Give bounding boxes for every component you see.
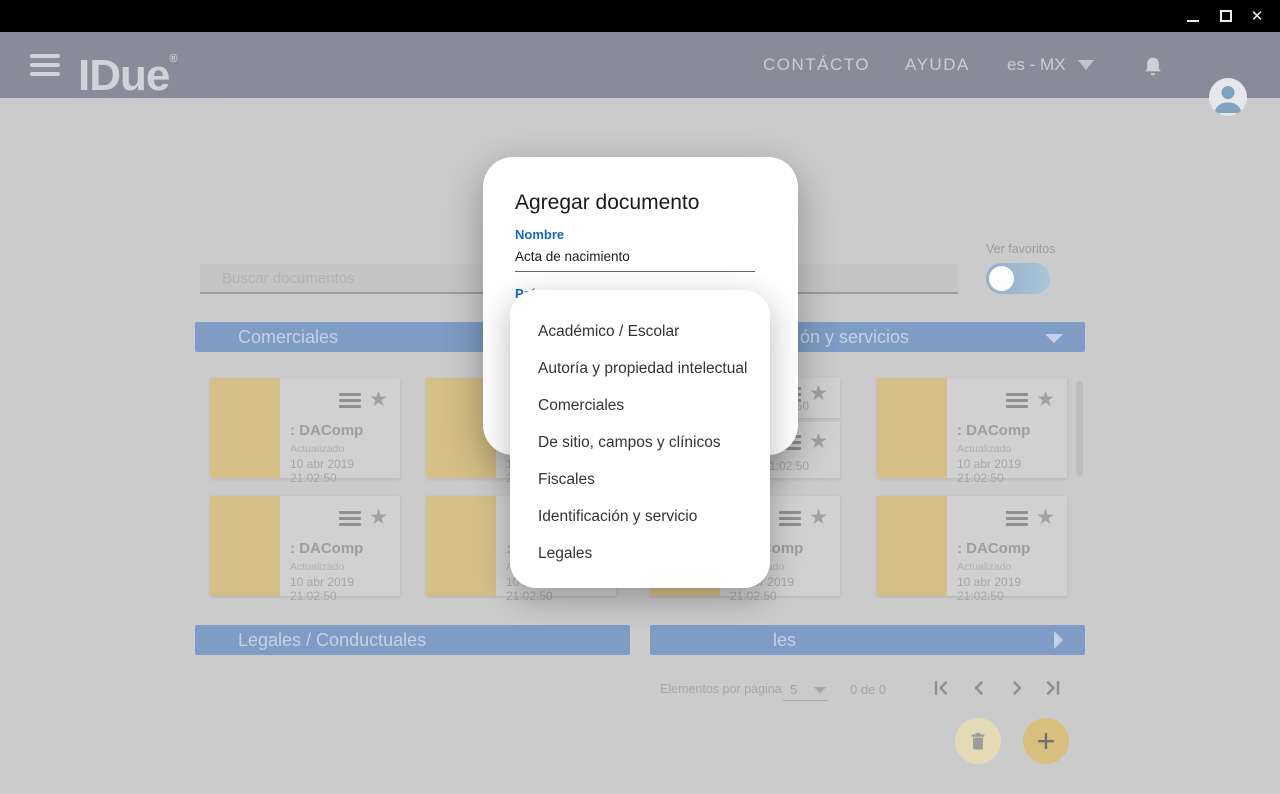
card-status: Actualizado (290, 443, 400, 455)
document-thumbnail (877, 378, 947, 478)
section-header-collapsed[interactable]: les (650, 625, 1085, 655)
favorite-star-icon[interactable]: ★ (809, 508, 828, 528)
nav-ayuda[interactable]: AYUDA (905, 32, 970, 98)
trash-icon (970, 732, 986, 751)
cards-scrollbar[interactable] (1076, 381, 1083, 476)
section-label: Comerciales (238, 327, 338, 348)
previous-page-icon[interactable] (966, 675, 992, 701)
type-option-de-sitio[interactable]: De sitio, campos y clínicos (510, 424, 770, 461)
document-card[interactable]: ★ : DAComp Actualizado 10 abr 2019 21:02… (210, 378, 400, 478)
chevron-down-icon[interactable] (1045, 334, 1063, 343)
section-header-legales-conductuales[interactable]: Legales / Conductuales (195, 625, 630, 655)
close-icon[interactable]: ✕ (1242, 0, 1272, 32)
document-card[interactable]: ★ : DAComp Actualizado 10 abr 2019 21:02… (877, 378, 1067, 478)
maximize-icon[interactable] (1211, 0, 1241, 32)
card-menu-icon[interactable] (1006, 511, 1028, 526)
favorite-star-icon[interactable]: ★ (809, 432, 828, 452)
minimize-icon[interactable] (1178, 0, 1208, 32)
card-title: : DAComp (290, 540, 400, 557)
favorite-star-icon[interactable]: ★ (1036, 390, 1055, 410)
hamburger-menu-icon[interactable] (30, 49, 62, 81)
type-dropdown-menu: Académico / Escolar Autoría y propiedad … (510, 290, 770, 588)
items-per-page-value: 5 (790, 682, 797, 697)
type-option-legales[interactable]: Legales (510, 535, 770, 572)
type-option-academico[interactable]: Académico / Escolar (510, 313, 770, 350)
favorite-star-icon[interactable]: ★ (809, 384, 828, 404)
name-field-input[interactable]: Acta de nacimiento (515, 246, 755, 272)
card-title: : DAComp (957, 540, 1067, 557)
registered-mark: ® (169, 53, 176, 65)
favorite-star-icon[interactable]: ★ (369, 508, 388, 528)
add-document-button[interactable]: + (1023, 718, 1069, 764)
nav-contacto[interactable]: CONTÁCTO (763, 32, 870, 98)
type-option-identificacion[interactable]: Identificación y servicio (510, 498, 770, 535)
delete-button[interactable] (955, 718, 1001, 764)
logo-title: IDue® (78, 35, 224, 100)
favorite-star-icon[interactable]: ★ (369, 390, 388, 410)
section-label: ón y servicios (800, 327, 909, 348)
favorites-toggle[interactable] (986, 263, 1050, 294)
language-value: es - MX (1007, 55, 1066, 75)
type-option-autoria[interactable]: Autoría y propiedad intelectual (510, 350, 770, 387)
logo-subtitle: DILIGENCE AUTHENTICATION (78, 96, 224, 105)
last-page-icon[interactable] (1040, 675, 1066, 701)
toggle-knob (989, 266, 1014, 291)
language-selector[interactable]: es - MX (1007, 32, 1094, 98)
card-timestamp: 10 abr 2019 21:02:50 (290, 457, 400, 485)
card-timestamp: 10 abr 2019 21:02:50 (290, 575, 400, 603)
card-title: : DAComp (957, 422, 1067, 439)
page-range: 0 de 0 (850, 682, 886, 697)
type-option-fiscales[interactable]: Fiscales (510, 461, 770, 498)
card-title: : DAComp (290, 422, 400, 439)
notifications-bell-icon[interactable] (1143, 56, 1163, 83)
favorites-toggle-label: Ver favoritos (986, 242, 1055, 256)
name-field: Nombre Acta de nacimiento (515, 227, 755, 272)
card-menu-icon[interactable] (339, 393, 361, 408)
pagination-bar: Elementos por página 5 0 de 0 (0, 678, 1280, 704)
document-card[interactable]: ★ : DAComp Actualizado 10 abr 2019 21:02… (210, 496, 400, 596)
chevron-right-icon[interactable] (1054, 631, 1063, 649)
app-header: IDue® DILIGENCE AUTHENTICATION CONTÁCTO … (0, 32, 1280, 98)
window-titlebar: ✕ (0, 0, 1280, 32)
name-field-label: Nombre (515, 227, 755, 242)
items-per-page-label: Elementos por página (660, 682, 782, 696)
section-label: les (773, 630, 796, 651)
card-status: Actualizado (957, 561, 1067, 573)
person-icon (1209, 78, 1247, 116)
card-menu-icon[interactable] (339, 511, 361, 526)
user-avatar[interactable] (1209, 78, 1247, 116)
section-label: Legales / Conductuales (238, 630, 426, 651)
document-thumbnail (426, 496, 496, 596)
items-per-page-select[interactable]: 5 (783, 678, 828, 701)
card-timestamp: 10 abr 2019 21:02:50 (957, 575, 1067, 603)
first-page-icon[interactable] (928, 675, 954, 701)
document-card[interactable]: ★ : DAComp Actualizado 10 abr 2019 21:02… (877, 496, 1067, 596)
card-status: Actualizado (290, 561, 400, 573)
document-thumbnail (210, 378, 280, 478)
modal-title: Agregar documento (515, 191, 699, 215)
card-menu-icon[interactable] (1006, 393, 1028, 408)
card-menu-icon[interactable] (779, 511, 801, 526)
next-page-icon[interactable] (1004, 675, 1030, 701)
favorite-star-icon[interactable]: ★ (1036, 508, 1055, 528)
card-timestamp: 10 abr 2019 21:02:50 (957, 457, 1067, 485)
chevron-down-icon (814, 687, 826, 694)
card-status: Actualizado (957, 443, 1067, 455)
chevron-down-icon (1078, 60, 1094, 70)
document-thumbnail (877, 496, 947, 596)
app-logo: IDue® DILIGENCE AUTHENTICATION (78, 35, 224, 105)
type-option-comerciales[interactable]: Comerciales (510, 387, 770, 424)
document-thumbnail (210, 496, 280, 596)
